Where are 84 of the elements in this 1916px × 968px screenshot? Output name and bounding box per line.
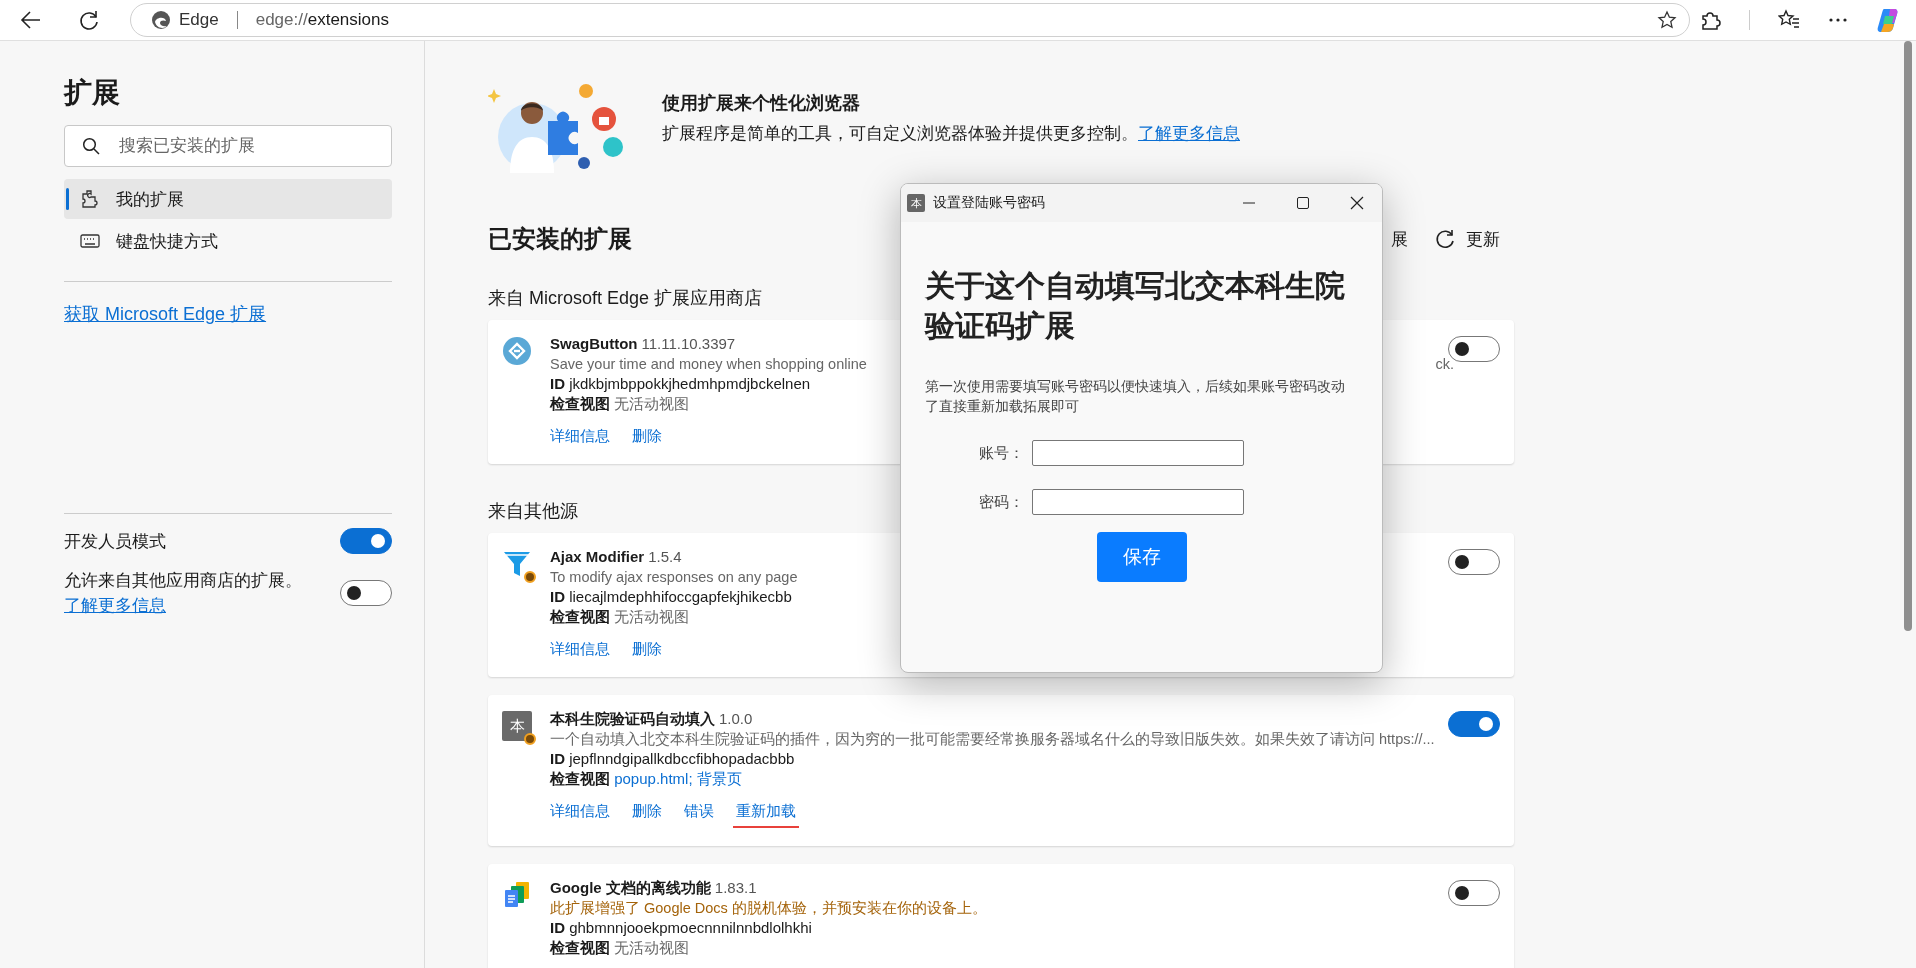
site-label: Edge bbox=[179, 10, 219, 30]
extension-version: 1.83.1 bbox=[714, 879, 757, 896]
keyboard-icon bbox=[80, 234, 100, 248]
card-link[interactable]: 删除 bbox=[632, 801, 662, 828]
toggle-switch[interactable] bbox=[1448, 549, 1500, 575]
field-label: 密码： bbox=[979, 492, 1024, 512]
card-link[interactable]: 重新加载 bbox=[733, 801, 799, 828]
inspect-views-label: 检查视图 bbox=[550, 770, 610, 787]
maximize-icon[interactable] bbox=[1296, 196, 1310, 210]
setting-label: 允许来自其他应用商店的扩展。 了解更多信息 bbox=[64, 570, 303, 617]
extension-name: Google 文档的离线功能 bbox=[550, 879, 711, 896]
setting-label: 开发人员模式 bbox=[64, 530, 166, 553]
app-icon: 本 bbox=[907, 194, 925, 212]
extension-id: jkdkbjmbppokkjhedmhpmdjbckelnen bbox=[569, 375, 811, 392]
card-link[interactable]: 删除 bbox=[632, 639, 662, 659]
extension-id: jepflnndgipallkdbccfibhopadacbbb bbox=[569, 750, 795, 767]
extension-name: 本科生院验证码自动填入 bbox=[550, 710, 715, 727]
inspect-views-label: 检查视图 bbox=[550, 939, 610, 956]
sidebar-item[interactable]: 我的扩展 bbox=[64, 179, 392, 219]
id-label: ID bbox=[550, 750, 565, 767]
puzzle-icon bbox=[80, 189, 100, 209]
extension-description: 一个自动填入北交本科生院验证码的插件，因为穷的一批可能需要经常换服务器域名什么的导致旧版失效。如果失效了请访问 https://... bbox=[550, 730, 1435, 749]
toggle-switch[interactable] bbox=[340, 580, 392, 606]
card-link[interactable]: 详细信息 bbox=[550, 426, 610, 446]
more-icon[interactable] bbox=[1828, 17, 1848, 23]
star-icon[interactable] bbox=[1657, 10, 1677, 30]
browser-logo-icon bbox=[151, 10, 171, 30]
inspect-views-text: 无活动视图 bbox=[614, 395, 690, 412]
search-field[interactable]: 搜索已安装的扩展 bbox=[64, 125, 392, 167]
dialog-title: 设置登陆账号密码 bbox=[933, 194, 1045, 212]
card-link[interactable]: 删除 bbox=[632, 426, 662, 446]
extension-name: Ajax Modifier bbox=[550, 548, 645, 565]
inspect-views-link[interactable]: popup.html; 背景页 bbox=[614, 770, 742, 787]
store-link[interactable]: 获取 Microsoft Edge 扩展 bbox=[64, 304, 267, 324]
toggle-switch[interactable] bbox=[1448, 880, 1500, 906]
group-heading: 来自 Microsoft Edge 扩展应用商店 bbox=[488, 287, 763, 310]
hero-title: 使用扩展来个性化浏览器 bbox=[662, 92, 861, 115]
url-text: edge://extensions bbox=[255, 10, 390, 30]
extension-version: 11.11.10.3397 bbox=[641, 335, 736, 352]
inspect-views-text: 无活动视图 bbox=[614, 608, 690, 625]
address-bar[interactable]: Edge edge://extensions bbox=[130, 3, 1690, 37]
learn-more-link[interactable]: 了解更多信息 bbox=[64, 596, 166, 615]
extension-description: 此扩展增强了 Google Docs 的脱机体验，并预安装在你的设备上。 bbox=[550, 899, 987, 918]
toolbar-action[interactable]: 展 bbox=[1391, 227, 1408, 251]
close-icon[interactable] bbox=[1350, 196, 1364, 210]
field-label: 账号： bbox=[979, 443, 1024, 463]
refresh-icon bbox=[1434, 228, 1456, 250]
page-title: 扩展 bbox=[64, 76, 121, 110]
description-fragment: ck. bbox=[1435, 355, 1454, 374]
input-field[interactable] bbox=[1032, 440, 1244, 466]
id-label: ID bbox=[550, 588, 565, 605]
search-icon bbox=[82, 137, 100, 155]
dialog-text: 第一次使用需要填写账号密码以便快速填入，后续如果账号密码改动了直接重新加载拓展即可 bbox=[925, 377, 1346, 416]
favorites-icon[interactable] bbox=[1778, 9, 1800, 31]
id-label: ID bbox=[550, 375, 565, 392]
card-link[interactable]: 详细信息 bbox=[550, 801, 610, 828]
extension-name: SwagButton bbox=[550, 335, 638, 352]
update-button[interactable]: 更新 bbox=[1434, 227, 1500, 251]
puzzle-icon[interactable] bbox=[1699, 9, 1721, 31]
extension-id: liecajlmdephhifoccgapfekjhikecbb bbox=[569, 588, 792, 605]
extension-id: ghbmnnjooekpmoecnnnilnnbdlolhkhi bbox=[569, 919, 812, 936]
sidebar-item[interactable]: 键盘快捷方式 bbox=[64, 221, 392, 261]
group-heading: 来自其他源 bbox=[488, 500, 578, 523]
refresh-icon[interactable] bbox=[78, 9, 100, 31]
inspect-views-label: 检查视图 bbox=[550, 395, 610, 412]
extension-version: 1.5.4 bbox=[648, 548, 682, 565]
id-label: ID bbox=[550, 919, 565, 936]
card-link[interactable]: 详细信息 bbox=[550, 639, 610, 659]
input-field[interactable] bbox=[1032, 489, 1244, 515]
toggle-switch[interactable] bbox=[1448, 711, 1500, 737]
inspect-views-text: 无活动视图 bbox=[614, 939, 690, 956]
save-button[interactable]: 保存 bbox=[1096, 532, 1187, 582]
extension-version: 1.0.0 bbox=[719, 710, 753, 727]
dialog-heading: 关于这个自动填写北交本科生院验证码扩展 bbox=[925, 268, 1346, 344]
toggle-switch[interactable] bbox=[340, 528, 392, 554]
scrollbar-thumb[interactable] bbox=[1904, 41, 1912, 631]
card-link[interactable]: 错误 bbox=[684, 801, 714, 828]
hero-text: 扩展程序是简单的工具，可自定义浏览器体验并提供更多控制。了解更多信息 bbox=[662, 123, 1240, 144]
back-icon[interactable] bbox=[20, 9, 42, 31]
extension-description: Save your time and money when shopping online bbox=[550, 355, 867, 374]
learn-more-link[interactable]: 了解更多信息 bbox=[1138, 124, 1240, 142]
extension-description: To modify ajax responses on any page bbox=[550, 568, 798, 587]
inspect-views-label: 检查视图 bbox=[550, 608, 610, 625]
section-title: 已安装的扩展 bbox=[488, 224, 632, 254]
